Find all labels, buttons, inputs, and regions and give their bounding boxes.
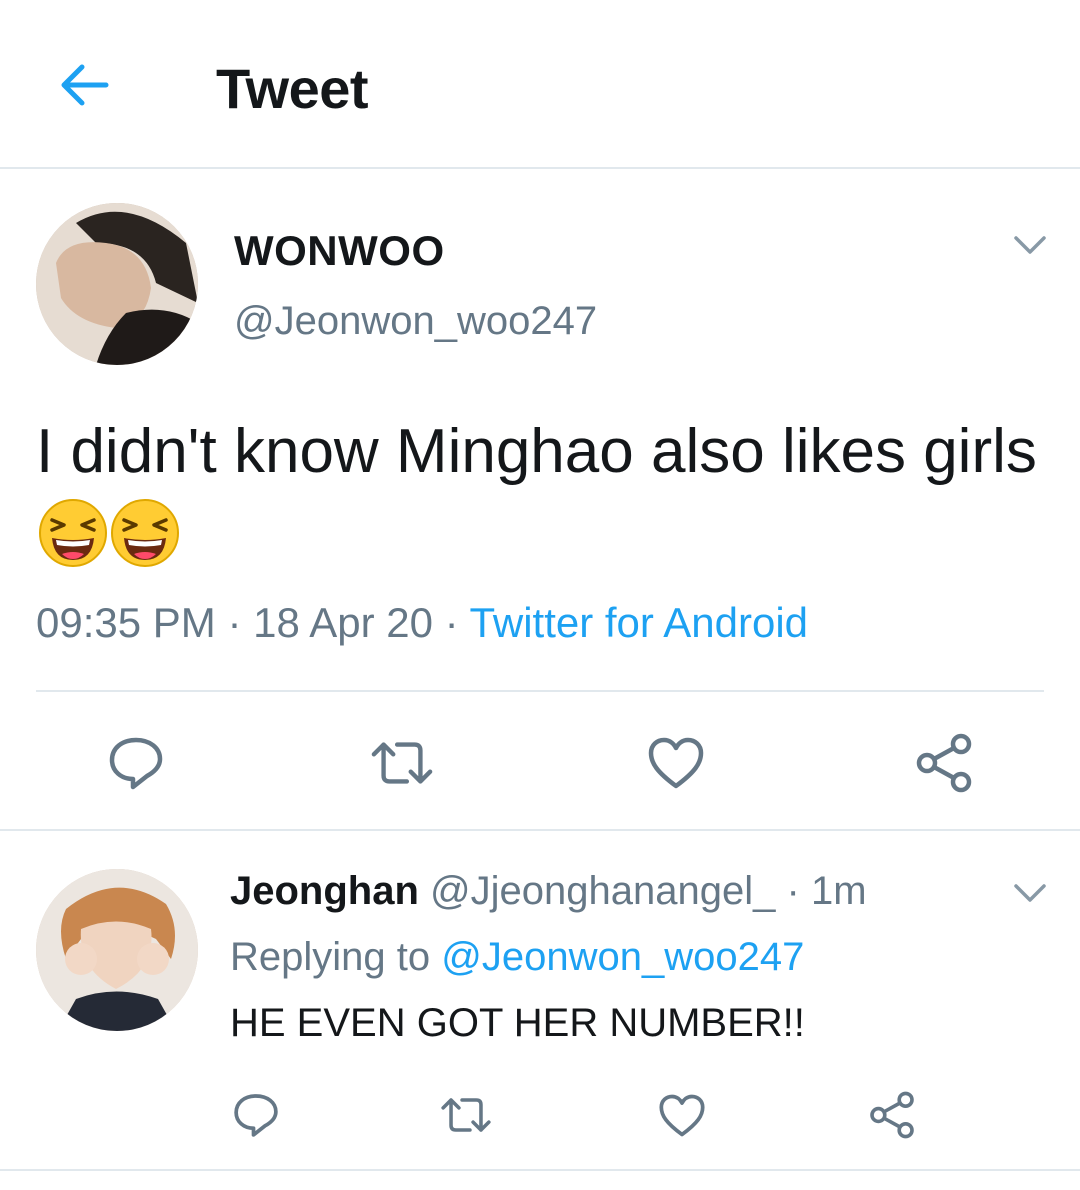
reply-icon bbox=[109, 737, 163, 790]
divider bbox=[36, 690, 1044, 692]
like-icon bbox=[648, 737, 704, 789]
meta-separator: · bbox=[444, 599, 459, 646]
like-button[interactable] bbox=[656, 1089, 708, 1141]
share-button[interactable] bbox=[912, 731, 976, 795]
share-icon bbox=[916, 733, 972, 793]
reply-header: Jeonghan @Jjeonghanangel_ · 1m bbox=[230, 869, 867, 914]
like-icon bbox=[659, 1094, 705, 1136]
tweet-source-link[interactable]: Twitter for Android bbox=[470, 599, 808, 646]
tweet-date: 18 Apr 20 bbox=[253, 599, 433, 646]
like-button[interactable] bbox=[644, 731, 708, 795]
arrow-left-icon bbox=[61, 64, 109, 106]
meta-separator: · bbox=[227, 599, 242, 646]
reply-button[interactable] bbox=[104, 731, 168, 795]
page-title: Tweet bbox=[216, 57, 369, 120]
reply-button[interactable] bbox=[230, 1089, 282, 1141]
reply-icon bbox=[234, 1094, 278, 1137]
avatar[interactable] bbox=[36, 869, 198, 1031]
tweet-time: 09:35 PM bbox=[36, 599, 216, 646]
chevron-down-icon[interactable] bbox=[1012, 233, 1048, 257]
reply-text: HE EVEN GOT HER NUMBER!! bbox=[230, 1001, 805, 1045]
retweet-icon bbox=[441, 1098, 491, 1132]
chevron-down-icon[interactable] bbox=[1012, 881, 1048, 905]
avatar-photo bbox=[36, 869, 198, 1031]
user-handle[interactable]: @Jjeonghanangel_ bbox=[430, 869, 775, 913]
avatar[interactable] bbox=[36, 203, 198, 365]
replying-to-link[interactable]: @Jeonwon_woo247 bbox=[441, 935, 804, 979]
display-name[interactable]: WONWOO bbox=[234, 227, 445, 275]
meta-separator: · bbox=[786, 869, 800, 913]
reply-time: 1m bbox=[810, 869, 867, 913]
laughing-face-emoji bbox=[111, 499, 179, 567]
replying-prefix: Replying to bbox=[230, 935, 431, 979]
user-handle[interactable]: @Jeonwon_woo247 bbox=[234, 299, 597, 344]
retweet-button[interactable] bbox=[440, 1089, 492, 1141]
laughing-face-emoji bbox=[39, 499, 107, 567]
main-tweet: WONWOO @Jeonwon_woo247 I didn't know Min… bbox=[0, 171, 1080, 831]
tweet-text: I didn't know Minghao also likes girls bbox=[36, 411, 1046, 575]
reply-tweet: Jeonghan @Jjeonghanangel_ · 1m Replying … bbox=[0, 833, 1080, 1171]
avatar-photo bbox=[36, 203, 198, 365]
back-button[interactable] bbox=[54, 60, 114, 110]
top-bar: Tweet bbox=[0, 0, 1080, 169]
replying-to: Replying to @Jeonwon_woo247 bbox=[230, 935, 804, 980]
tweet-meta: 09:35 PM · 18 Apr 20 · Twitter for Andro… bbox=[36, 599, 808, 647]
share-icon bbox=[870, 1091, 914, 1139]
display-name[interactable]: Jeonghan bbox=[230, 869, 419, 913]
tweet-body: I didn't know Minghao also likes girls bbox=[36, 417, 1037, 486]
retweet-icon bbox=[371, 742, 433, 784]
retweet-button[interactable] bbox=[370, 731, 434, 795]
share-button[interactable] bbox=[866, 1089, 918, 1141]
